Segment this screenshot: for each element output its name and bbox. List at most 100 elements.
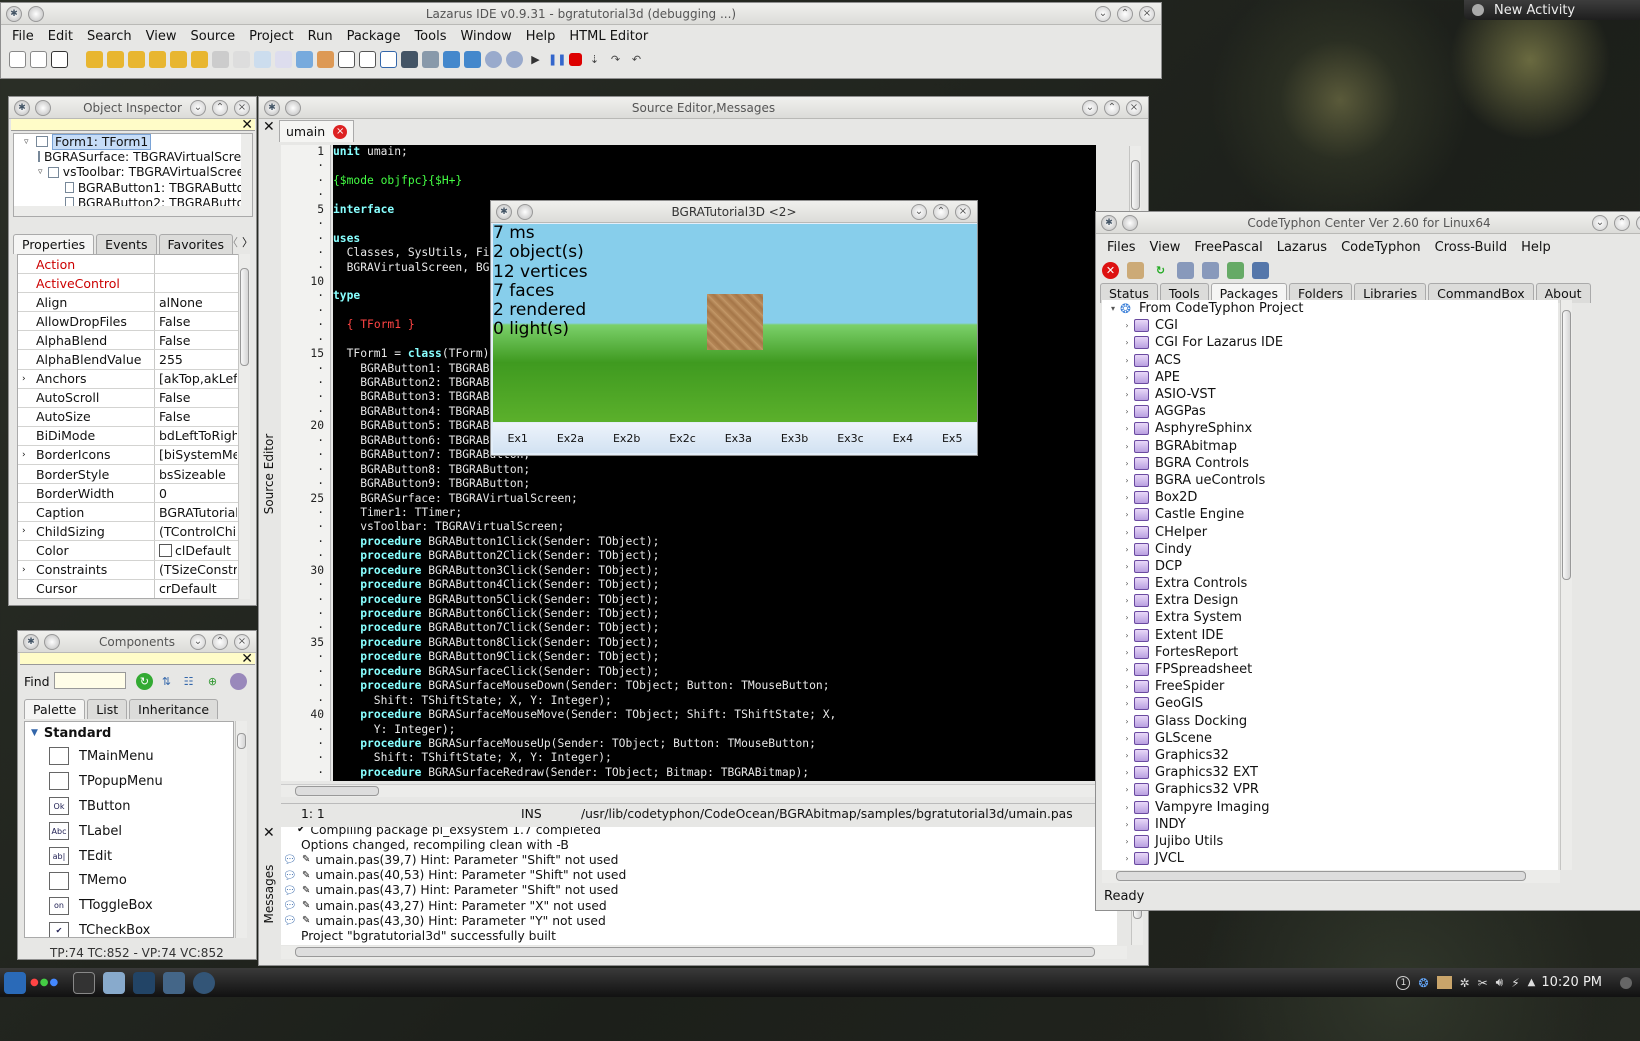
message-item[interactable]: Project "bgratutorial3d" successfully bu…: [281, 928, 1117, 943]
open-package-icon[interactable]: [128, 50, 145, 68]
close-icon[interactable]: ×: [1126, 100, 1142, 116]
property-value-cell[interactable]: 0: [155, 486, 237, 501]
monitors-icon[interactable]: [1202, 261, 1219, 279]
menu-source[interactable]: Source: [183, 29, 242, 44]
expand-icon[interactable]: ▿: [38, 167, 48, 177]
package-item[interactable]: › Extra System: [1102, 609, 1558, 626]
property-value-cell[interactable]: bdLeftToRight: [155, 428, 237, 443]
stop-icon[interactable]: [569, 52, 582, 66]
expand-icon[interactable]: ›: [1120, 528, 1134, 537]
package-item[interactable]: › AGGPas: [1102, 403, 1558, 420]
window-menu-icon[interactable]: ✱: [496, 203, 512, 220]
component-item-tmainmenu[interactable]: TMainMenu: [25, 744, 233, 769]
open-project-icon[interactable]: [149, 50, 166, 68]
activities-icon[interactable]: ●●●: [30, 977, 59, 988]
component-tree[interactable]: ▿ Form1: TForm1 BGRASurface: TBGRAVirtualS…: [13, 133, 253, 217]
maximize-icon[interactable]: ⌃: [1117, 6, 1133, 22]
pin-icon[interactable]: [44, 633, 60, 650]
minimize-icon[interactable]: ⌄: [1082, 100, 1098, 116]
terminal-icon[interactable]: [73, 971, 96, 994]
tab-list[interactable]: List: [87, 699, 128, 719]
expand-icon[interactable]: ›: [22, 565, 26, 575]
components-scrollbar[interactable]: [235, 721, 247, 938]
property-value-cell[interactable]: False: [155, 314, 237, 329]
build-icon[interactable]: [401, 50, 418, 68]
inspector-titlebar[interactable]: ✱ Object Inspector ⌄ ⌃ ×: [9, 97, 256, 119]
tools-tray-icon[interactable]: ✂: [1478, 976, 1488, 990]
example-button-ex5[interactable]: Ex5: [942, 432, 962, 445]
tab-favorites[interactable]: Favorites: [158, 234, 233, 254]
pencil-icon[interactable]: ✎: [302, 870, 310, 881]
expand-icon[interactable]: ›: [1120, 459, 1134, 468]
pencil-icon[interactable]: ✎: [302, 854, 310, 865]
tree-node[interactable]: BGRAButton1: TBGRAButton: [14, 180, 252, 195]
package-item[interactable]: › Graphics32 VPR: [1102, 781, 1558, 798]
menu-files[interactable]: Files: [1100, 240, 1143, 255]
maximize-icon[interactable]: ⌃: [212, 634, 228, 650]
disconnected-tray-icon[interactable]: ⚡︎: [1511, 976, 1519, 990]
package-item[interactable]: › Graphics32 EXT: [1102, 764, 1558, 781]
message-item[interactable]: 💬︎ ✎ umain.pas(40,53) Hint: Parameter "Shi…: [281, 868, 1117, 883]
package-item[interactable]: › Graphics32: [1102, 747, 1558, 764]
package-item[interactable]: › CHelper: [1102, 523, 1558, 540]
package-item[interactable]: › FortesReport: [1102, 644, 1558, 661]
new-unit-icon[interactable]: [51, 50, 68, 68]
menu-run[interactable]: Run: [301, 29, 340, 44]
component-item-tmemo[interactable]: TMemo: [25, 868, 233, 893]
sort-icon[interactable]: ⇅: [158, 673, 175, 690]
pencil-icon[interactable]: ✎: [302, 900, 310, 911]
tab-scroll-left-icon[interactable]: 〈: [227, 234, 238, 250]
property-value-cell[interactable]: False: [155, 333, 237, 348]
package-item[interactable]: › GLScene: [1102, 730, 1558, 747]
minimize-icon[interactable]: ⌄: [911, 204, 927, 220]
expand-icon[interactable]: ›: [1120, 562, 1134, 571]
property-value-cell[interactable]: False: [155, 409, 237, 424]
expand-icon[interactable]: ›: [1120, 442, 1134, 451]
window-menu-icon[interactable]: ✱: [14, 99, 30, 116]
package-item[interactable]: › CGI: [1102, 317, 1558, 334]
run-icon[interactable]: ▶: [527, 51, 544, 68]
volume-tray-icon[interactable]: 🔊︎: [1496, 975, 1504, 990]
expand-icon[interactable]: ›: [1120, 510, 1134, 519]
example-button-ex2b[interactable]: Ex2b: [613, 432, 640, 445]
component-item-tpopupmenu[interactable]: TPopupMenu: [25, 769, 233, 794]
menu-edit[interactable]: Edit: [41, 29, 80, 44]
property-row[interactable]: › Constraints (TSizeConstra: [18, 560, 240, 580]
property-value-cell[interactable]: (TSizeConstra: [155, 562, 237, 577]
close-icon[interactable]: ×: [234, 100, 250, 116]
property-row[interactable]: AutoScroll False: [18, 388, 240, 408]
minimize-icon[interactable]: ⌄: [190, 100, 206, 116]
packages-tree[interactable]: ▾ ❂ From CodeTyphon Project › CGI › CGI For L…: [1102, 300, 1558, 870]
message-item[interactable]: 💬︎ ✎ umain.pas(43,30) Hint: Parameter "Y" …: [281, 913, 1117, 928]
ide-titlebar[interactable]: ✱ Lazarus IDE v0.9.31 - bgratutorial3d (…: [1, 3, 1161, 25]
tree-view-icon[interactable]: ☷: [180, 673, 197, 690]
swap-icon[interactable]: [380, 50, 397, 68]
component-item-tbutton[interactable]: Ok TButton: [25, 794, 233, 819]
tree-node[interactable]: ▿ Form1: TForm1: [14, 134, 252, 150]
maximize-icon[interactable]: ⌃: [1614, 215, 1630, 231]
property-row[interactable]: Cursor crDefault: [18, 579, 240, 598]
maximize-icon[interactable]: ⌃: [212, 100, 228, 116]
menu-file[interactable]: File: [5, 29, 41, 44]
property-value-cell[interactable]: [biSystemMe: [155, 447, 237, 462]
network-tray-icon[interactable]: ✲: [1460, 976, 1470, 990]
menu-tools[interactable]: Tools: [407, 29, 453, 44]
expand-icon[interactable]: ›: [1120, 648, 1134, 657]
expand-icon[interactable]: ›: [1120, 665, 1134, 674]
expand-icon[interactable]: ›: [1120, 613, 1134, 622]
view-units-icon[interactable]: [296, 50, 313, 68]
window-menu-icon[interactable]: ✱: [23, 633, 39, 650]
property-row[interactable]: ActiveControl: [18, 274, 240, 294]
expand-icon[interactable]: ▿: [24, 137, 36, 147]
standard-section[interactable]: ▼ Standard: [25, 722, 233, 744]
expand-icon[interactable]: ›: [1120, 493, 1134, 502]
tab-inheritance[interactable]: Inheritance: [129, 699, 219, 719]
expand-icon[interactable]: ›: [1120, 338, 1134, 347]
revert-icon[interactable]: [170, 50, 187, 68]
expand-icon[interactable]: ›: [1120, 631, 1134, 640]
options-icon[interactable]: [230, 673, 247, 690]
package-item[interactable]: › Extra Controls: [1102, 575, 1558, 592]
property-row[interactable]: BiDiMode bdLeftToRight: [18, 426, 240, 446]
window-menu-icon[interactable]: ✱: [6, 5, 22, 22]
package-item[interactable]: › Extra Design: [1102, 592, 1558, 609]
